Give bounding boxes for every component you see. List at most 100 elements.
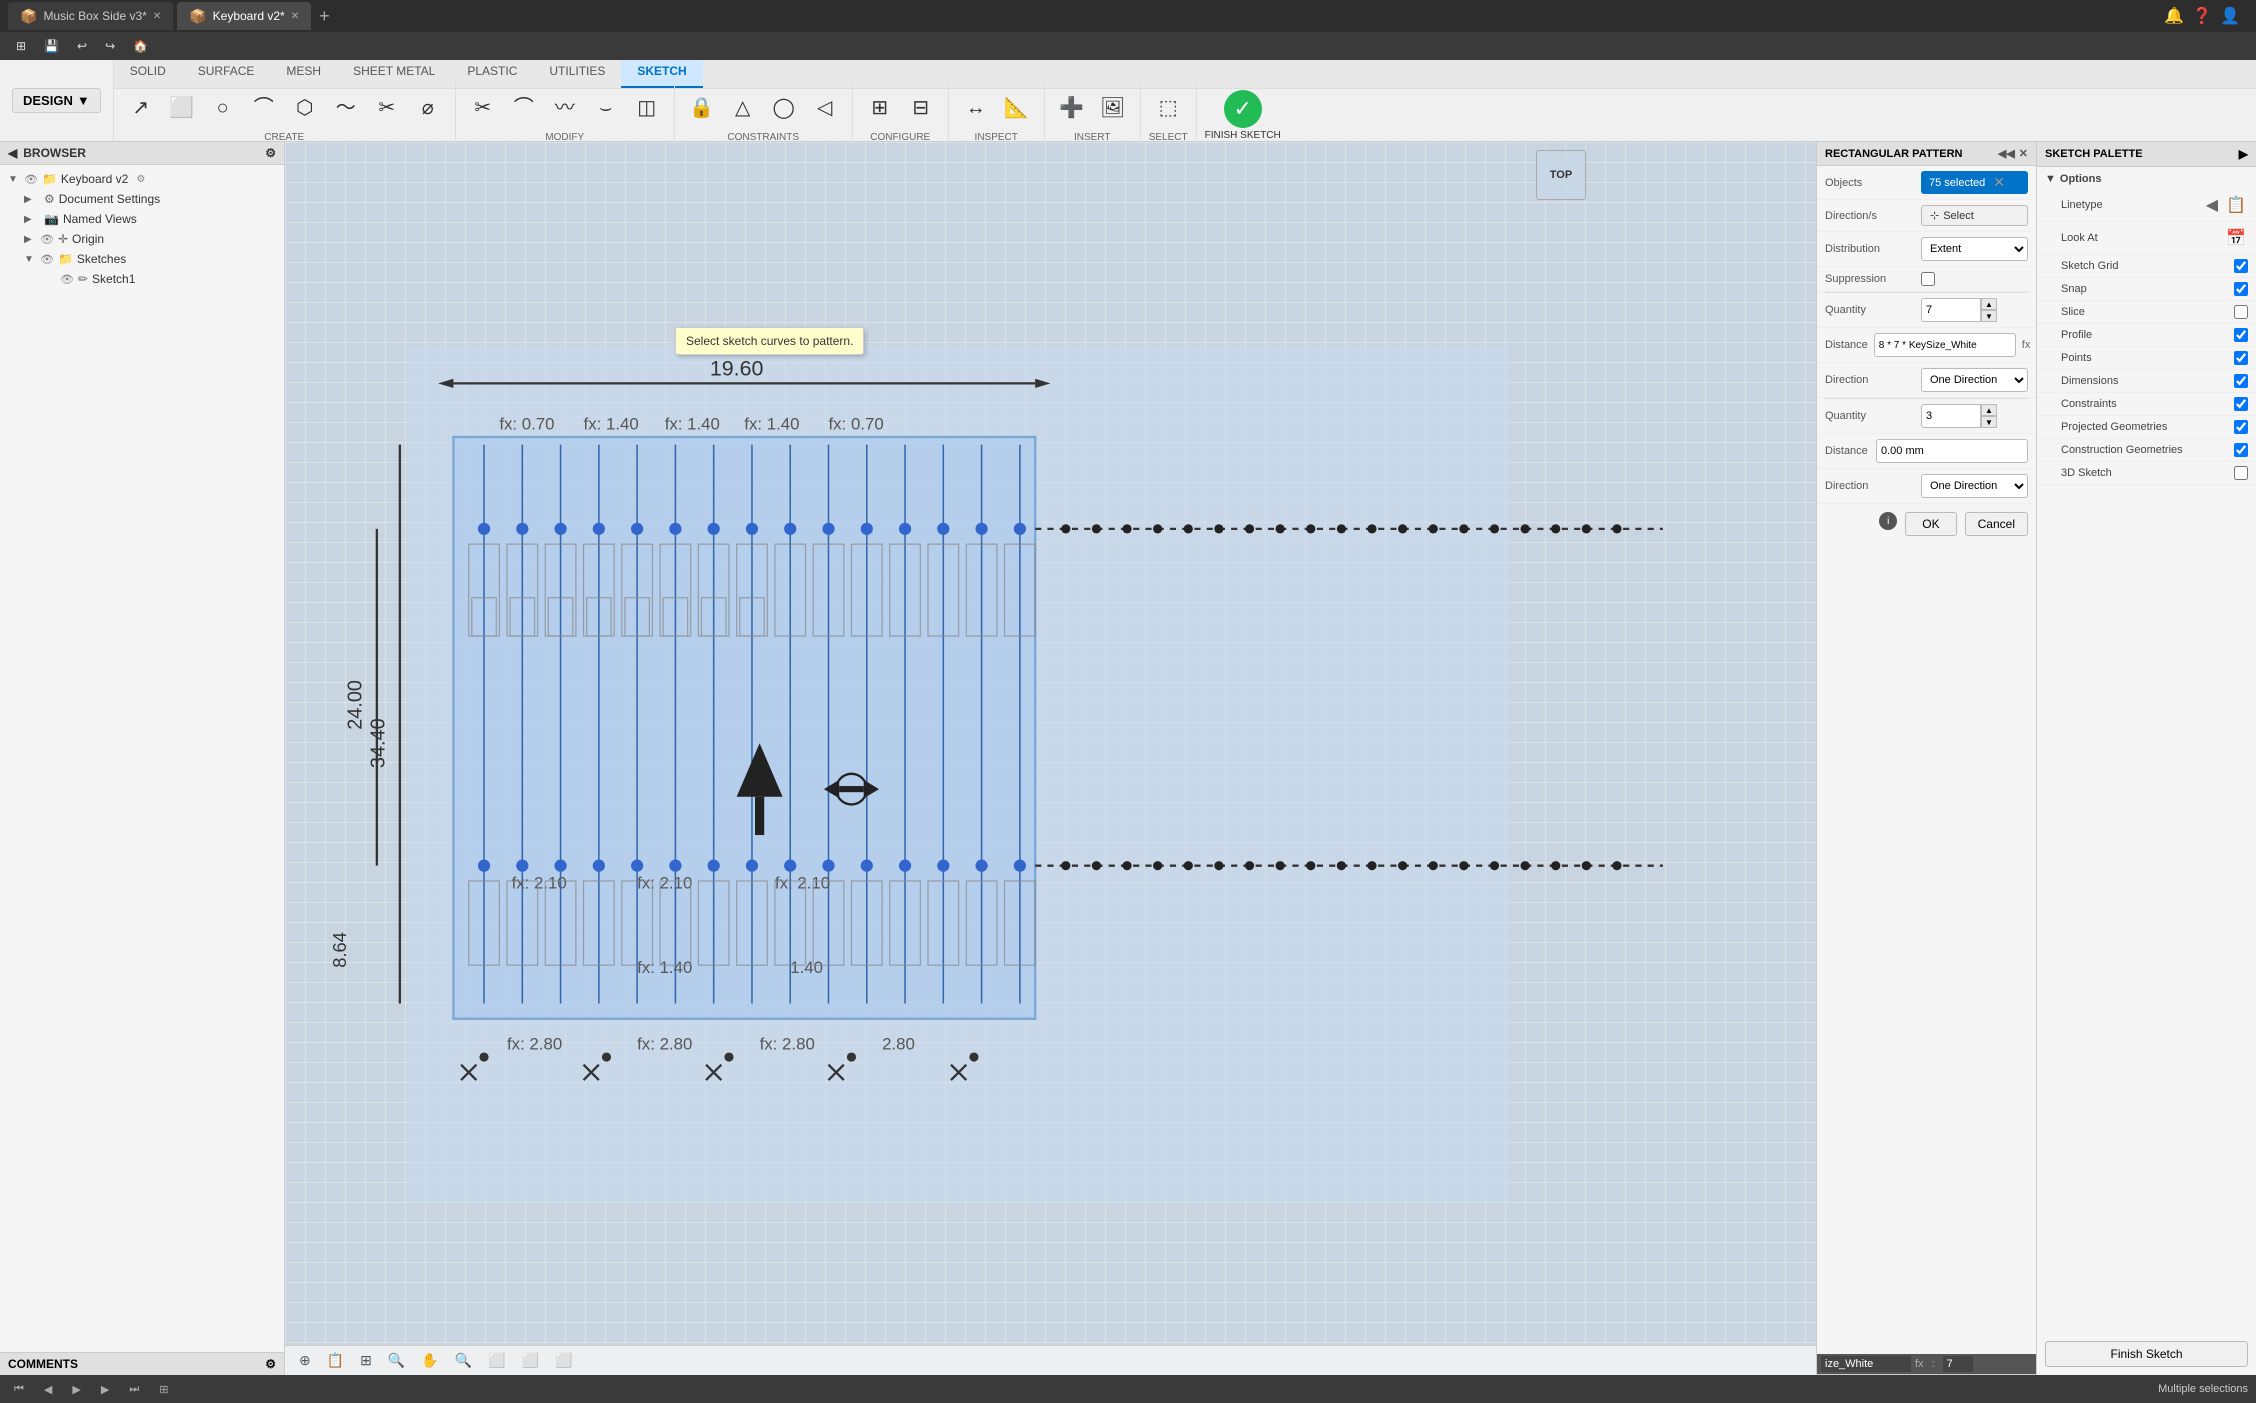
- playback-play[interactable]: ▶: [66, 1381, 86, 1398]
- linetype-left-icon[interactable]: ◀: [2204, 193, 2220, 217]
- quantity2-up[interactable]: ▲: [1981, 404, 1997, 416]
- tree-item-keyboard[interactable]: ▼ 👁 📁 Keyboard v2 ⚙: [4, 169, 280, 189]
- pan-btn[interactable]: ✋: [415, 1349, 444, 1372]
- more-create[interactable]: ⌀: [409, 86, 447, 130]
- offset-tool[interactable]: ◫: [628, 86, 666, 130]
- polygon-tool[interactable]: ⬡: [286, 86, 324, 130]
- save-button[interactable]: 💾: [36, 35, 67, 57]
- circle-tool[interactable]: ○: [204, 86, 242, 130]
- profile-checkbox[interactable]: [2234, 328, 2248, 342]
- distance1-fx-icon[interactable]: fx: [2022, 339, 2031, 351]
- line-tool[interactable]: ↗: [122, 86, 160, 130]
- dimensions-checkbox[interactable]: [2234, 374, 2248, 388]
- objects-button[interactable]: 75 selected ✕: [1921, 171, 2028, 194]
- close-tab-keyboard-icon[interactable]: ✕: [291, 11, 299, 22]
- constraints-checkbox[interactable]: [2234, 397, 2248, 411]
- status-input[interactable]: [1821, 1356, 1911, 1372]
- help-icon[interactable]: ❓: [2192, 6, 2212, 26]
- triangle-constraint[interactable]: △: [724, 86, 762, 130]
- construction-geo-checkbox[interactable]: [2234, 443, 2248, 457]
- quantity1-up[interactable]: ▲: [1981, 298, 1997, 310]
- quantity1-input[interactable]: 7: [1921, 298, 1981, 322]
- points-checkbox[interactable]: [2234, 351, 2248, 365]
- select-btn[interactable]: ⬚: [1149, 86, 1187, 130]
- ok-button[interactable]: OK: [1905, 512, 1956, 536]
- select-button[interactable]: ⊹ Select: [1921, 205, 2028, 226]
- design-dropdown[interactable]: DESIGN ▼: [12, 88, 101, 113]
- zoom-fit-btn[interactable]: ⊞: [354, 1349, 378, 1372]
- slice-checkbox[interactable]: [2234, 305, 2248, 319]
- direction2-select[interactable]: One Direction: [1921, 474, 2028, 498]
- snap-checkbox[interactable]: [2234, 282, 2248, 296]
- finish-sketch-section[interactable]: ✓ FINISH SKETCH: [1197, 86, 1289, 145]
- direction1-select[interactable]: One Direction: [1921, 368, 2028, 392]
- notification-icon[interactable]: 🔔: [2164, 6, 2184, 26]
- number-input[interactable]: [1943, 1356, 1973, 1372]
- sidebar-collapse-icon[interactable]: ◀: [8, 146, 17, 160]
- timeline-btn[interactable]: ⊞: [153, 1381, 174, 1398]
- tab-keyboard[interactable]: 📦 Keyboard v2* ✕: [177, 2, 311, 30]
- distance2-input[interactable]: [1876, 439, 2028, 463]
- quantity2-down[interactable]: ▼: [1981, 416, 1997, 428]
- more-btn[interactable]: ⬜: [549, 1349, 578, 1372]
- display-btn[interactable]: ⬜: [516, 1349, 545, 1372]
- options-chevron[interactable]: ▼: [2045, 173, 2056, 185]
- tree-item-sketches[interactable]: ▼ 👁 📁 Sketches: [4, 249, 280, 269]
- distribution-select[interactable]: Extent: [1921, 237, 2028, 261]
- 3d-sketch-checkbox[interactable]: [2234, 466, 2248, 480]
- eye-sketch1-icon[interactable]: 👁: [60, 273, 74, 286]
- tab-music-box[interactable]: 📦 Music Box Side v3* ✕: [8, 2, 173, 30]
- eye-icon[interactable]: 👁: [24, 173, 38, 186]
- user-icon[interactable]: 👤: [2220, 6, 2240, 26]
- comments-settings-icon[interactable]: ⚙: [265, 1357, 276, 1371]
- layout-btn[interactable]: 📋: [321, 1349, 350, 1372]
- info-button[interactable]: i: [1879, 512, 1897, 530]
- tree-item-doc-settings[interactable]: ▶ ⚙ Document Settings: [4, 189, 280, 209]
- finish-sketch-button[interactable]: Finish Sketch: [2045, 1341, 2248, 1367]
- playback-start[interactable]: ⏮: [8, 1381, 30, 1398]
- canvas-area[interactable]: TOP Select sketch curves to pattern.: [285, 142, 1816, 1375]
- break-tool[interactable]: 〰: [546, 86, 584, 130]
- home-button[interactable]: 🏠: [125, 35, 156, 57]
- playback-end[interactable]: ⏭: [123, 1381, 145, 1398]
- zoom-in-btn[interactable]: 🔍: [382, 1349, 411, 1372]
- apps-button[interactable]: ⊞: [8, 35, 34, 57]
- insert-btn[interactable]: ➕: [1053, 86, 1091, 130]
- quantity2-input[interactable]: [1921, 404, 1981, 428]
- spline-tool[interactable]: 〜: [327, 86, 365, 130]
- eye-sketches-icon[interactable]: 👁: [40, 253, 54, 266]
- projected-geo-checkbox[interactable]: [2234, 420, 2248, 434]
- palette-expand-icon[interactable]: ▶: [2239, 147, 2248, 161]
- redo-button[interactable]: ↪: [97, 35, 123, 57]
- objects-clear-icon[interactable]: ✕: [1993, 174, 2005, 191]
- fillet-tool[interactable]: ⌣: [587, 86, 625, 130]
- trim-tool[interactable]: ✂: [464, 86, 502, 130]
- lookat-icon[interactable]: 📅: [2224, 226, 2248, 250]
- configure-btn[interactable]: ⊞: [861, 86, 899, 130]
- grid-btn[interactable]: ⊕: [293, 1349, 317, 1372]
- tree-item-origin[interactable]: ▶ 👁 ✛ Origin: [4, 229, 280, 249]
- configure-table[interactable]: ⊟: [902, 86, 940, 130]
- tree-item-sketch1[interactable]: 👁 ✏ Sketch1: [4, 269, 280, 289]
- suppression-checkbox[interactable]: [1921, 272, 1935, 286]
- circle-constraint[interactable]: ◯: [765, 86, 803, 130]
- sidebar-settings-icon[interactable]: ⚙: [265, 146, 276, 160]
- distance1-input[interactable]: [1874, 333, 2016, 357]
- dimension-tool[interactable]: ◁: [806, 86, 844, 130]
- inspect-btn2[interactable]: 📐: [998, 86, 1036, 130]
- lock-constraint[interactable]: 🔒: [683, 86, 721, 130]
- new-tab-button[interactable]: +: [315, 6, 334, 27]
- point-tool[interactable]: ✂: [368, 86, 406, 130]
- linetype-right-icon[interactable]: 📋: [2224, 193, 2248, 217]
- eye-origin-icon[interactable]: 👁: [40, 233, 54, 246]
- extend-tool[interactable]: ⌒: [505, 86, 543, 130]
- zoom-out-btn[interactable]: 🔍: [449, 1349, 478, 1372]
- tree-item-named-views[interactable]: ▶ 📷 Named Views: [4, 209, 280, 229]
- insert-image[interactable]: 🖼: [1094, 86, 1132, 130]
- playback-prev[interactable]: ◀: [38, 1381, 58, 1398]
- undo-button[interactable]: ↩: [69, 35, 95, 57]
- arc-tool[interactable]: ⌒: [245, 86, 283, 130]
- inspect-btn[interactable]: ↔: [957, 86, 995, 130]
- rect-tool[interactable]: ⬜: [163, 86, 201, 130]
- sketch-grid-checkbox[interactable]: [2234, 259, 2248, 273]
